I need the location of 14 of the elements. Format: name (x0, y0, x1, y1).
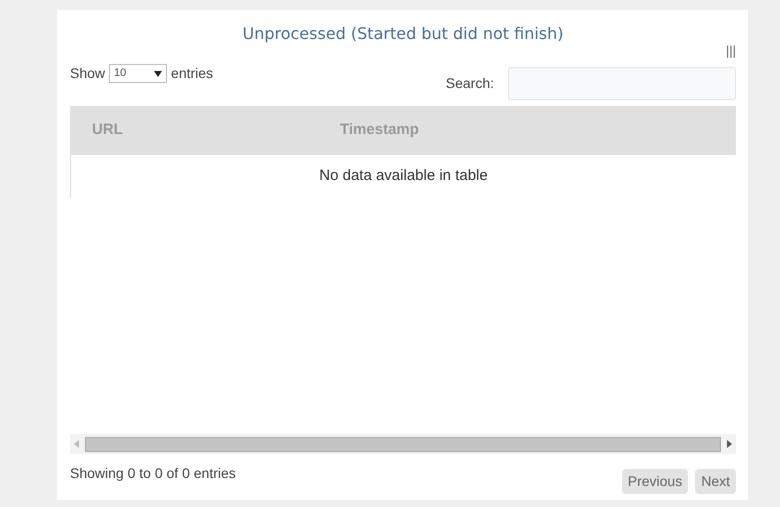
horizontal-scrollbar[interactable] (70, 434, 736, 454)
entries-label: entries (171, 64, 214, 83)
panel-title: Unprocessed (Started but did not finish) (241, 23, 564, 45)
search-label: Search: (446, 74, 494, 93)
search-field[interactable] (508, 67, 736, 100)
scroll-left-icon[interactable] (74, 440, 79, 448)
column-toggle[interactable]: ||| (726, 44, 736, 57)
table-info: Showing 0 to 0 of 0 entries (70, 464, 236, 483)
caret-icon (154, 70, 162, 76)
scrollbar-thumb[interactable] (85, 436, 721, 452)
page-size-select[interactable]: 10 (109, 64, 168, 83)
empty-message: No data available in table (70, 155, 736, 198)
show-label: Show (70, 64, 106, 83)
scroll-right-icon[interactable] (727, 440, 732, 448)
